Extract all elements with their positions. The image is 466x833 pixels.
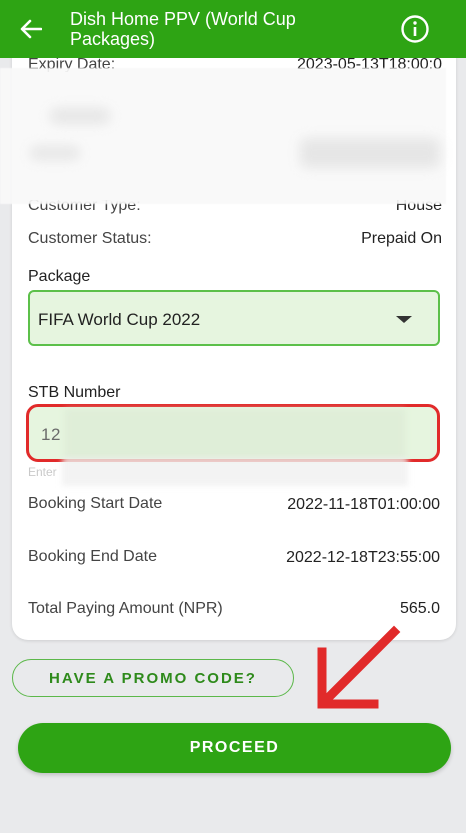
amount-label: Total Paying Amount (NPR) [28, 600, 223, 617]
customer-status-label: Customer Status: [28, 230, 152, 247]
customer-status-row: Customer Status: Prepaid On [28, 230, 442, 250]
app-bar: Dish Home PPV (World Cup Packages) [0, 0, 466, 58]
promo-code-button[interactable]: HAVE A PROMO CODE? [12, 659, 294, 697]
proceed-button[interactable]: PROCEED [18, 723, 451, 773]
back-button[interactable] [14, 12, 48, 46]
amount-row: Total Paying Amount (NPR) 565.0 [28, 600, 442, 620]
booking-end-value: 2022-12-18T23:55:00 [286, 549, 440, 566]
customer-status-value: Prepaid On [361, 230, 442, 247]
package-selected-value: FIFA World Cup 2022 [38, 310, 201, 329]
stb-label: STB Number [28, 384, 121, 401]
booking-start-value: 2022-11-18T01:00:00 [287, 496, 440, 513]
redacted-helper [62, 458, 408, 486]
package-select[interactable]: FIFA World Cup 2022 [28, 290, 440, 346]
package-label: Package [28, 268, 91, 285]
redacted-area [0, 68, 446, 204]
stb-value: 12 [41, 425, 61, 444]
booking-end-label: Booking End Date [28, 548, 157, 565]
stb-helper-text: Enter [28, 465, 57, 479]
page-title: Dish Home PPV (World Cup Packages) [70, 9, 296, 49]
booking-start-label: Booking Start Date [28, 495, 163, 512]
annotation-arrow-icon [317, 625, 401, 709]
info-icon [401, 15, 429, 43]
info-button[interactable] [398, 12, 432, 46]
arrow-left-icon [20, 19, 42, 39]
amount-value: 565.0 [399, 600, 440, 617]
redacted-stb [65, 409, 405, 461]
stb-number-input[interactable]: 12 [26, 404, 440, 462]
chevron-down-icon [396, 316, 412, 323]
